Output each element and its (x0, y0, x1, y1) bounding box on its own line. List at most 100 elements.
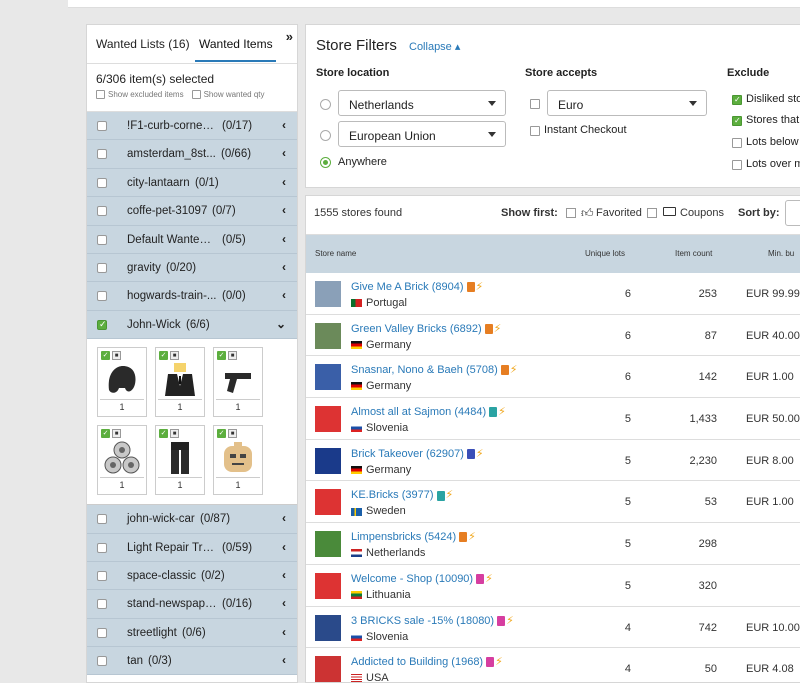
wanted-list-row[interactable]: Light Repair Truck (0/59) ‹ (87, 533, 297, 562)
chevron-left-icon[interactable]: ‹ (282, 232, 286, 246)
store-name-link[interactable]: KE.Bricks (3977) ⚡︎ (351, 488, 453, 501)
item-qty-input[interactable]: 1 (100, 399, 144, 414)
chevron-left-icon[interactable]: ‹ (282, 146, 286, 160)
coupons-checkbox[interactable] (647, 208, 657, 218)
store-logo[interactable] (315, 281, 341, 307)
wanted-list-row[interactable]: city-lantaarn (0/1) ‹ (87, 168, 297, 198)
store-logo[interactable] (315, 322, 341, 349)
wanted-list-row[interactable]: tan (0/3) ‹ (87, 647, 297, 676)
tab-wanted-items[interactable]: Wanted Items (195, 37, 276, 62)
wanted-list-checkbox[interactable] (97, 319, 107, 330)
lock-icon[interactable]: ■ (228, 351, 237, 361)
exclude-checkbox-2[interactable] (732, 116, 742, 126)
wanted-item-card[interactable]: ✓ ■ 1 (213, 425, 263, 496)
item-qty-input[interactable]: 1 (158, 399, 202, 414)
store-row[interactable]: Give Me A Brick (8904) ⚡︎ Portugal 6 253 EUR … (306, 273, 800, 315)
item-qty-input[interactable]: 1 (216, 399, 260, 414)
wanted-item-card[interactable]: ✓ ■ 1 (213, 347, 263, 418)
wanted-item-card[interactable]: ✓ ■ 1 (155, 347, 205, 418)
lock-icon[interactable]: ■ (228, 429, 237, 439)
store-logo[interactable] (315, 572, 341, 599)
chevron-left-icon[interactable]: ‹ (282, 203, 286, 217)
store-row[interactable]: 3 BRICKS sale -15% (18080) ⚡︎ Slovenia 4 742… (306, 607, 800, 649)
store-row[interactable]: Addicted to Building (1968) ⚡︎ USA 4 50 EUR 4… (306, 648, 800, 682)
exclude-checkbox-3[interactable] (732, 138, 742, 148)
location-radio-1[interactable] (320, 99, 331, 110)
store-logo[interactable] (315, 489, 341, 516)
store-logo[interactable] (315, 364, 341, 391)
location-select-1[interactable]: Netherlands (338, 90, 506, 116)
wanted-list-row[interactable]: space-classic (0/2) ‹ (87, 561, 297, 591)
lock-icon[interactable]: ■ (170, 429, 179, 439)
chevron-left-icon[interactable]: ‹ (282, 625, 286, 639)
item-qty-input[interactable]: 1 (100, 477, 144, 492)
store-row[interactable]: Limpensbricks (5424) ⚡︎ Netherlands 5 298 (306, 523, 800, 565)
wanted-list-checkbox[interactable] (97, 291, 107, 302)
chevron-left-icon[interactable]: ‹ (282, 568, 286, 582)
currency-select[interactable]: Euro (547, 90, 707, 116)
lock-icon[interactable]: ■ (112, 351, 121, 361)
show-excluded-option[interactable]: Show excluded items (96, 90, 184, 100)
wanted-list-row[interactable]: amsterdam_8st... (0/66) ‹ (87, 140, 297, 169)
show-wanted-qty-option[interactable]: Show wanted qty (191, 90, 265, 100)
item-qty-input[interactable]: 1 (216, 477, 260, 492)
selected-check-icon[interactable]: ✓ (217, 429, 226, 439)
col-unique-lots[interactable]: Unique lots (585, 249, 625, 258)
wanted-list-row[interactable]: !F1-curb-corner-1... (0/17) ‹ (87, 112, 297, 141)
store-name-link[interactable]: Almost all at Sajmon (4484) ⚡︎ (351, 405, 506, 418)
wanted-list-row[interactable]: john-wick-car (0/87) ‹ (87, 505, 297, 534)
exclude-checkbox-1[interactable] (732, 95, 742, 105)
currency-checkbox[interactable] (530, 99, 540, 109)
favorited-checkbox[interactable] (566, 208, 576, 218)
collapse-link[interactable]: Collapse ▴ (409, 40, 460, 53)
wanted-list-row[interactable]: hogwards-train-... (0/0) ‹ (87, 282, 297, 311)
store-name-link[interactable]: Give Me A Brick (8904) ⚡︎ (351, 280, 483, 293)
anywhere-radio[interactable] (320, 157, 331, 168)
wanted-list-row[interactable]: streetlight (0/6) ‹ (87, 618, 297, 648)
store-row[interactable]: Brick Takeover (62907) ⚡︎ Germany 5 2,230 EUR… (306, 440, 800, 482)
selected-check-icon[interactable]: ✓ (101, 351, 110, 361)
chevron-left-icon[interactable]: ‹ (282, 511, 286, 525)
show-wanted-qty-checkbox[interactable] (191, 90, 201, 100)
wanted-list-row[interactable]: coffe-pet-31097 (0/7) ‹ (87, 197, 297, 226)
store-name-link[interactable]: Snasnar, Nono & Baeh (5708) ⚡︎ (351, 363, 518, 376)
wanted-list-row[interactable]: gravity (0/20) ‹ (87, 253, 297, 283)
chevron-left-icon[interactable]: ‹ (282, 260, 286, 274)
chevron-left-icon[interactable]: ‹ (282, 596, 286, 610)
chevron-left-icon[interactable]: ‹ (282, 118, 286, 132)
store-name-link[interactable]: Green Valley Bricks (6892) ⚡︎ (351, 322, 501, 335)
store-name-link[interactable]: Welcome - Shop (10090) ⚡︎ (351, 572, 493, 585)
lock-icon[interactable]: ■ (170, 351, 179, 361)
store-row[interactable]: Green Valley Bricks (6892) ⚡︎ Germany 6 87 EU… (306, 315, 800, 357)
store-name-link[interactable]: Addicted to Building (1968) ⚡︎ (351, 655, 503, 668)
wanted-list-checkbox[interactable] (97, 627, 107, 638)
sort-select[interactable] (785, 200, 800, 226)
store-logo[interactable] (315, 614, 341, 641)
wanted-list-row[interactable]: stand-newspape... (0/16) ‹ (87, 590, 297, 619)
store-name-link[interactable]: 3 BRICKS sale -15% (18080) ⚡︎ (351, 614, 514, 627)
show-excluded-checkbox[interactable] (96, 90, 105, 100)
chevron-left-icon[interactable]: ‹ (282, 653, 286, 667)
store-row[interactable]: KE.Bricks (3977) ⚡︎ Sweden 5 53 EUR 1.00 (306, 481, 800, 524)
chevron-left-icon[interactable]: ‹ (282, 540, 286, 554)
wanted-list-checkbox[interactable] (97, 656, 107, 667)
chevron-down-icon[interactable]: ⌄ (276, 317, 286, 331)
wanted-list-checkbox[interactable] (97, 570, 107, 581)
store-row[interactable]: Snasnar, Nono & Baeh (5708) ⚡︎ Germany 6 142… (306, 356, 800, 399)
wanted-list-checkbox[interactable] (97, 599, 107, 610)
wanted-list-checkbox[interactable] (97, 177, 107, 188)
wanted-list-checkbox[interactable] (97, 514, 107, 525)
wanted-item-card[interactable]: ✓ ■ 1 (97, 425, 147, 496)
wanted-item-card[interactable]: ✓ ■ 1 (97, 347, 147, 418)
store-logo[interactable] (315, 406, 341, 433)
store-row[interactable]: Almost all at Sajmon (4484) ⚡︎ Slovenia 5 1,… (306, 398, 800, 440)
instant-checkout-checkbox[interactable] (530, 126, 540, 136)
tab-wanted-lists[interactable]: Wanted Lists (16) (96, 37, 190, 51)
col-min-buy[interactable]: Min. bu (768, 249, 794, 258)
wanted-list-checkbox[interactable] (97, 234, 107, 245)
selected-check-icon[interactable]: ✓ (101, 429, 110, 439)
wanted-list-checkbox[interactable] (97, 149, 107, 160)
location-radio-2[interactable] (320, 130, 331, 141)
selected-check-icon[interactable]: ✓ (159, 429, 168, 439)
store-logo[interactable] (315, 656, 341, 682)
